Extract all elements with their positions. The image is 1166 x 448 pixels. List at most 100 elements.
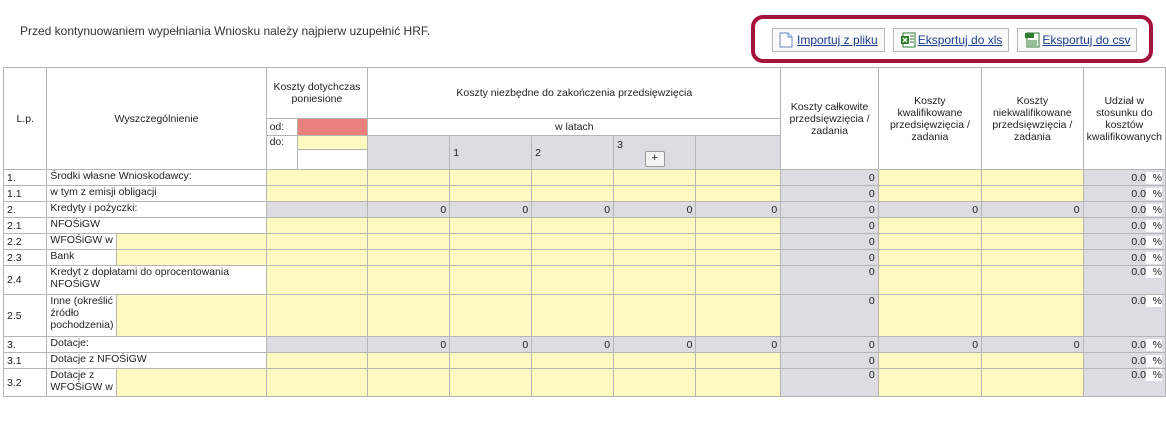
row-spent-input[interactable] — [265, 217, 369, 234]
row-kwalifikowane-input[interactable] — [877, 217, 983, 234]
row-kwalifikowane-input[interactable] — [877, 265, 983, 295]
row-spent-input[interactable] — [265, 233, 369, 250]
row-year-input[interactable] — [613, 368, 697, 397]
row-share: 0.0% — [1082, 185, 1166, 202]
import-button[interactable]: Importuj z pliku — [772, 28, 885, 52]
row-kwalifikowane-input[interactable] — [877, 185, 983, 202]
row-year-input[interactable] — [367, 233, 451, 250]
row-year-input[interactable] — [367, 294, 451, 337]
row-spent-input[interactable] — [265, 265, 369, 295]
row-year-input[interactable] — [531, 249, 615, 266]
row-year-input[interactable] — [695, 265, 782, 295]
row-year-input[interactable] — [695, 249, 782, 266]
row-total: 0 — [780, 249, 879, 266]
table-row: 2.1 NFOŚiGW 0 0.0% — [2, 217, 1166, 234]
row-year-input[interactable] — [613, 265, 697, 295]
row-year-input[interactable] — [367, 368, 451, 397]
row-niekwalifikowane-input[interactable] — [981, 233, 1084, 250]
row-share: 0.0% — [1082, 368, 1166, 397]
row-year-input[interactable] — [695, 169, 782, 186]
row-year-input[interactable] — [449, 169, 533, 186]
row-year-input[interactable] — [367, 352, 451, 369]
row-spent-input[interactable] — [265, 185, 369, 202]
row-year-input[interactable] — [531, 217, 615, 234]
row-year-input[interactable] — [531, 294, 615, 337]
row-year-input[interactable] — [531, 265, 615, 295]
row-kwalifikowane: 0 — [877, 336, 983, 353]
row-niekwalifikowane-input[interactable] — [981, 265, 1084, 295]
row-year-input[interactable] — [695, 185, 782, 202]
row-niekwalifikowane-input[interactable] — [981, 169, 1084, 186]
import-button-label: Importuj z pliku — [797, 33, 878, 47]
row-year-input[interactable] — [695, 352, 782, 369]
row-share: 0.0% — [1082, 201, 1166, 218]
od-date-input[interactable] — [297, 118, 369, 136]
row-year-input[interactable] — [449, 352, 533, 369]
row-name-input[interactable] — [116, 294, 267, 337]
row-year-input[interactable] — [531, 352, 615, 369]
row-total: 0 — [780, 233, 879, 250]
row-niekwalifikowane-input[interactable] — [981, 294, 1084, 337]
row-year-input[interactable] — [449, 294, 533, 337]
row-kwalifikowane-input[interactable] — [877, 169, 983, 186]
row-kwalifikowane-input[interactable] — [877, 294, 983, 337]
row-share-value: 0.0 — [1131, 235, 1146, 248]
row-kwalifikowane-input[interactable] — [877, 249, 983, 266]
table-row: 1. Środki własne Wnioskodawcy: 0 0.0% — [2, 169, 1166, 186]
row-year-input[interactable] — [613, 249, 697, 266]
row-kwalifikowane-input[interactable] — [877, 368, 983, 397]
row-year-input[interactable] — [695, 294, 782, 337]
row-year-input[interactable] — [367, 169, 451, 186]
row-year-input[interactable] — [613, 169, 697, 186]
do-date-input[interactable] — [297, 135, 369, 150]
row-year-input[interactable] — [531, 233, 615, 250]
row-niekwalifikowane-input[interactable] — [981, 352, 1084, 369]
row-kwalifikowane-input[interactable] — [877, 352, 983, 369]
row-year-input[interactable] — [449, 217, 533, 234]
row-niekwalifikowane-input[interactable] — [981, 368, 1084, 397]
row-year-input[interactable] — [613, 294, 697, 337]
row-year-input[interactable] — [531, 368, 615, 397]
row-spent-input[interactable] — [265, 169, 369, 186]
row-year-input[interactable] — [367, 249, 451, 266]
row-year-input[interactable] — [367, 217, 451, 234]
row-year-input[interactable] — [449, 185, 533, 202]
row-year-input[interactable] — [449, 368, 533, 397]
header-koszty-calkowite: Koszty całkowite przedsięwzięcia / zadan… — [780, 67, 879, 170]
row-year-input[interactable] — [613, 233, 697, 250]
row-year-input[interactable] — [695, 217, 782, 234]
row-year-input[interactable] — [695, 233, 782, 250]
export-csv-button[interactable]: Eksportuj do csv — [1017, 28, 1138, 52]
row-niekwalifikowane-input[interactable] — [981, 217, 1084, 234]
row-share-value: 0.0 — [1131, 295, 1146, 308]
row-year-input[interactable] — [449, 249, 533, 266]
row-kwalifikowane-input[interactable] — [877, 233, 983, 250]
row-name: Inne (określić źródło pochodzenia) — [46, 294, 118, 337]
row-year-input[interactable] — [613, 217, 697, 234]
row-lp: 1.1 — [2, 185, 48, 202]
row-total: 0 — [780, 217, 879, 234]
row-spent-input[interactable] — [265, 352, 369, 369]
add-year-button[interactable]: + — [644, 150, 665, 167]
row-year-input[interactable] — [613, 185, 697, 202]
row-name-input[interactable] — [116, 249, 267, 266]
row-year-input[interactable] — [613, 352, 697, 369]
row-year-input[interactable] — [367, 265, 451, 295]
row-year-input[interactable] — [695, 368, 782, 397]
row-name: WFOŚiGW w — [46, 233, 118, 250]
row-year-input[interactable] — [449, 233, 533, 250]
year-2-header: 2 — [531, 135, 615, 170]
row-year-input[interactable] — [449, 265, 533, 295]
row-spent-input[interactable] — [265, 249, 369, 266]
row-year-input[interactable] — [531, 185, 615, 202]
row-year-input[interactable] — [367, 185, 451, 202]
row-niekwalifikowane-input[interactable] — [981, 249, 1084, 266]
row-lp: 2.3 — [2, 249, 48, 266]
row-year-input[interactable] — [531, 169, 615, 186]
row-spent-input[interactable] — [265, 368, 369, 397]
row-name-input[interactable] — [116, 368, 267, 397]
row-name-input[interactable] — [116, 233, 267, 250]
row-spent-input[interactable] — [265, 294, 369, 337]
export-xls-button[interactable]: Eksportuj do xls — [892, 28, 1010, 52]
row-niekwalifikowane-input[interactable] — [981, 185, 1084, 202]
